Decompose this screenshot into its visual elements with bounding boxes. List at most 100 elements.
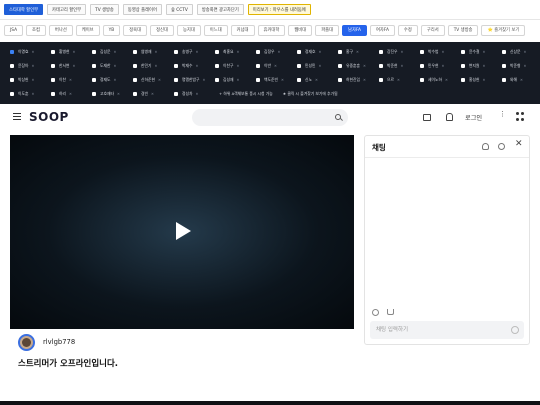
notification-bell-icon[interactable] [446, 113, 453, 121]
streamer-chip[interactable]: 박재수 ✕ [174, 61, 209, 70]
checkbox[interactable] [256, 63, 260, 68]
checkbox[interactable] [420, 77, 424, 82]
checkbox[interactable] [297, 77, 301, 82]
remove-chip-icon[interactable]: ✕ [441, 50, 444, 54]
streamer-name[interactable]: rlvlgb778 [43, 338, 75, 346]
checkbox[interactable] [379, 77, 383, 82]
checkbox[interactable] [174, 63, 178, 68]
remove-chip-icon[interactable]: ✕ [202, 78, 205, 82]
remove-chip-icon[interactable]: ✕ [523, 64, 526, 68]
streamer-chip[interactable]: 홍성헌 ✕ [461, 75, 496, 84]
remove-chip-icon[interactable]: ✕ [72, 64, 75, 68]
gift-icon[interactable] [387, 309, 394, 315]
category-tab[interactable]: YB [102, 25, 121, 36]
remove-chip-icon[interactable]: ✕ [117, 92, 120, 96]
category-tab[interactable]: 버나선 [48, 25, 73, 36]
menu-icon[interactable] [13, 113, 21, 120]
avatar[interactable] [18, 334, 35, 351]
category-tab[interactable]: 정육대 [123, 25, 148, 36]
checkbox[interactable] [174, 91, 178, 96]
checkbox[interactable] [338, 63, 342, 68]
checkbox[interactable] [10, 77, 14, 82]
streamer-chip[interactable]: 최홍요 ✕ [215, 47, 250, 56]
streamer-chip[interactable]: 백도준빈 ✕ [256, 75, 291, 84]
checkbox[interactable] [338, 77, 342, 82]
checkbox[interactable] [51, 77, 55, 82]
toolbar-button[interactable]: 스타대학 할인부 [4, 4, 44, 15]
remove-chip-icon[interactable]: ✕ [31, 50, 34, 54]
checkbox[interactable] [51, 91, 55, 96]
remove-chip-icon[interactable]: ✕ [482, 78, 485, 82]
streamer-chip[interactable]: 하리 ✕ [51, 89, 86, 98]
streamer-chip[interactable]: 박상헌 ✕ [10, 75, 45, 84]
remove-chip-icon[interactable]: ✕ [482, 50, 485, 54]
streamer-chip[interactable]: 박준현 ✕ [379, 61, 414, 70]
streamer-chip[interactable]: 박준형 ✕ [502, 61, 537, 70]
checkbox[interactable] [502, 49, 506, 54]
remove-chip-icon[interactable]: ✕ [69, 92, 72, 96]
remove-chip-icon[interactable]: ✕ [195, 92, 198, 96]
remove-chip-icon[interactable]: ✕ [523, 50, 526, 54]
streamer-chip[interactable]: 장진우 ✕ [379, 47, 414, 56]
streamer-chip[interactable]: 세이노하 ✕ [420, 75, 455, 84]
remove-chip-icon[interactable]: ✕ [236, 64, 239, 68]
remove-chip-icon[interactable]: ✕ [356, 50, 359, 54]
remove-chip-icon[interactable]: ✕ [400, 50, 403, 54]
category-tab[interactable]: 파플대 [315, 25, 340, 36]
emoji-icon[interactable] [511, 326, 519, 334]
streamer-chip[interactable]: 윤수철 ✕ [461, 47, 496, 56]
streamer-chip[interactable]: 한서변 ✕ [51, 61, 86, 70]
streamer-chip[interactable]: 유중훈훈 ✕ [338, 61, 373, 70]
checkbox[interactable] [133, 49, 137, 54]
checkbox[interactable] [461, 63, 465, 68]
checkbox[interactable] [10, 63, 14, 68]
streamer-chip[interactable]: 으르 ✕ [379, 75, 414, 84]
checkbox[interactable] [502, 77, 506, 82]
checkbox[interactable] [92, 49, 96, 54]
remove-chip-icon[interactable]: ✕ [236, 50, 239, 54]
streamer-chip[interactable]: 이도훈 ✕ [10, 89, 45, 98]
remove-chip-icon[interactable]: ✕ [31, 78, 34, 82]
toolbar-button[interactable]: 동영상 플레이어 [122, 4, 162, 15]
checkbox[interactable] [133, 77, 137, 82]
remove-chip-icon[interactable]: ✕ [441, 64, 444, 68]
remove-chip-icon[interactable]: ✕ [281, 78, 284, 82]
category-tab[interactable]: 남자FA [342, 25, 367, 36]
remove-chip-icon[interactable]: ✕ [236, 78, 239, 82]
remove-chip-icon[interactable]: ✕ [113, 50, 116, 54]
streamer-chip[interactable]: 윤장아 ✕ [10, 61, 45, 70]
checkbox[interactable] [461, 77, 465, 82]
remove-chip-icon[interactable]: ✕ [520, 78, 523, 82]
remove-chip-icon[interactable]: ✕ [445, 78, 448, 82]
broadcast-icon[interactable] [423, 114, 431, 121]
checkbox[interactable] [133, 91, 137, 96]
streamer-chip[interactable]: 변지원 ✕ [461, 61, 496, 70]
checkbox[interactable] [502, 63, 506, 68]
streamer-chip[interactable]: 염병재 ✕ [133, 47, 168, 56]
streamer-chip[interactable]: 정성차 ✕ [174, 89, 209, 98]
remove-chip-icon[interactable]: ✕ [151, 92, 154, 96]
remove-chip-icon[interactable]: ✕ [315, 78, 318, 82]
checkbox[interactable] [420, 49, 424, 54]
streamer-chip[interactable]: 신하준현 ✕ [133, 75, 168, 84]
search-icon[interactable] [335, 114, 341, 120]
streamer-chip[interactable]: 이찬 ✕ [51, 75, 86, 84]
category-tab[interactable]: TV 생방송 [447, 25, 479, 36]
checkbox[interactable] [256, 49, 260, 54]
category-tab[interactable]: 수정 [397, 25, 418, 36]
toolbar-button[interactable]: 방송화면 광고차단기 [196, 4, 244, 15]
streamer-chip[interactable]: 김정우 ✕ [256, 47, 291, 56]
chip-action[interactable]: ★ 클릭 시 즐겨찾기 보기에 추가됨 [283, 89, 338, 98]
checkbox[interactable] [92, 77, 96, 82]
remove-chip-icon[interactable]: ✕ [482, 64, 485, 68]
streamer-chip[interactable]: 신상문 ✕ [502, 47, 537, 56]
category-tab[interactable]: 조컵 [26, 25, 46, 36]
chat-input[interactable]: 채팅 입력하기 [370, 321, 524, 339]
checkbox[interactable] [51, 49, 55, 54]
category-tab[interactable]: 정신대 [150, 25, 174, 36]
checkbox[interactable] [133, 63, 137, 68]
toolbar-button[interactable]: TV 생방송 [90, 4, 119, 15]
category-tab[interactable]: 휴커대학 [257, 25, 286, 36]
checkbox[interactable] [379, 49, 383, 54]
streamer-chip[interactable]: 박수범 ✕ [420, 47, 455, 56]
